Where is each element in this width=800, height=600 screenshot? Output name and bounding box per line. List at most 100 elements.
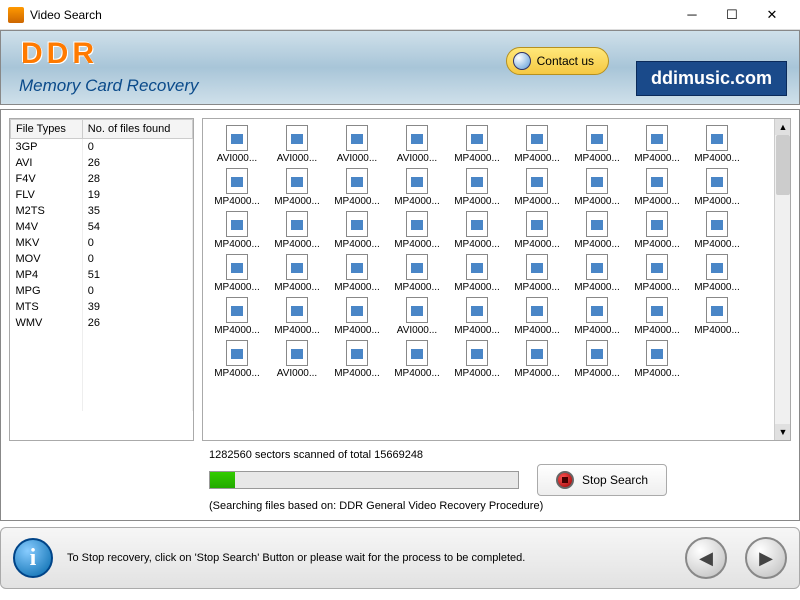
table-row[interactable]: MP451 (11, 267, 193, 283)
file-item[interactable]: MP4000... (567, 254, 627, 293)
forward-button[interactable]: ▶ (745, 537, 787, 579)
file-item[interactable]: MP4000... (627, 125, 687, 164)
file-item[interactable]: MP4000... (627, 211, 687, 250)
file-item[interactable]: MP4000... (387, 211, 447, 250)
file-item[interactable]: MP4000... (327, 168, 387, 207)
file-item[interactable]: MP4000... (447, 211, 507, 250)
file-item[interactable]: AVI000... (207, 125, 267, 164)
table-row[interactable]: FLV19 (11, 187, 193, 203)
window-title: Video Search (30, 8, 672, 22)
file-item[interactable]: MP4000... (507, 297, 567, 336)
scroll-down-icon[interactable]: ▼ (775, 424, 791, 440)
file-item[interactable]: AVI000... (267, 340, 327, 379)
file-label: MP4000... (207, 239, 267, 250)
stop-label: Stop Search (582, 473, 648, 487)
file-item[interactable]: MP4000... (267, 168, 327, 207)
file-item[interactable]: MP4000... (267, 254, 327, 293)
table-row[interactable]: MPG0 (11, 283, 193, 299)
file-grid[interactable]: AVI000...AVI000...AVI000...AVI000...MP40… (203, 119, 790, 440)
file-item[interactable]: MP4000... (387, 254, 447, 293)
file-item[interactable]: MP4000... (627, 340, 687, 379)
file-item[interactable]: AVI000... (267, 125, 327, 164)
minimize-button[interactable]: ─ (672, 1, 712, 29)
file-item[interactable]: MP4000... (507, 211, 567, 250)
file-icon (346, 125, 368, 151)
file-item[interactable]: MP4000... (267, 297, 327, 336)
file-item[interactable]: MP4000... (327, 254, 387, 293)
table-row[interactable]: MOV0 (11, 251, 193, 267)
file-item[interactable]: MP4000... (267, 211, 327, 250)
file-item[interactable]: MP4000... (387, 340, 447, 379)
file-item[interactable]: MP4000... (567, 211, 627, 250)
file-item[interactable]: MP4000... (507, 254, 567, 293)
file-item[interactable]: MP4000... (327, 340, 387, 379)
stop-search-button[interactable]: Stop Search (537, 464, 667, 496)
file-icon (286, 254, 308, 280)
file-icon (706, 125, 728, 151)
table-row[interactable]: F4V28 (11, 171, 193, 187)
file-item[interactable]: MP4000... (687, 168, 747, 207)
file-item[interactable]: MP4000... (447, 125, 507, 164)
cell-type: 3GP (11, 139, 83, 156)
scroll-thumb[interactable] (776, 135, 790, 195)
file-icon (586, 125, 608, 151)
file-item[interactable]: MP4000... (327, 211, 387, 250)
file-item[interactable]: MP4000... (387, 168, 447, 207)
file-item[interactable]: MP4000... (687, 297, 747, 336)
file-item[interactable]: MP4000... (567, 297, 627, 336)
file-item[interactable]: MP4000... (567, 340, 627, 379)
file-item[interactable]: MP4000... (687, 254, 747, 293)
file-label: MP4000... (387, 282, 447, 293)
table-row[interactable]: M2TS35 (11, 203, 193, 219)
logo: DDR (21, 37, 98, 71)
table-row[interactable]: M4V54 (11, 219, 193, 235)
file-item[interactable]: MP4000... (687, 125, 747, 164)
contact-icon (513, 52, 531, 70)
file-item[interactable]: MP4000... (627, 254, 687, 293)
file-item[interactable]: MP4000... (207, 254, 267, 293)
file-item[interactable]: AVI000... (387, 125, 447, 164)
cell-count: 39 (82, 299, 192, 315)
file-icon (226, 340, 248, 366)
file-item[interactable]: MP4000... (567, 125, 627, 164)
table-row[interactable]: MKV0 (11, 235, 193, 251)
scroll-up-icon[interactable]: ▲ (775, 119, 791, 135)
file-item[interactable]: MP4000... (627, 297, 687, 336)
file-item[interactable]: MP4000... (447, 297, 507, 336)
file-label: MP4000... (207, 282, 267, 293)
scrollbar[interactable]: ▲ ▼ (774, 119, 790, 440)
back-button[interactable]: ◀ (685, 537, 727, 579)
file-item[interactable]: AVI000... (327, 125, 387, 164)
table-row[interactable]: 3GP0 (11, 139, 193, 156)
file-icon (586, 340, 608, 366)
file-icon (526, 297, 548, 323)
col-file-types[interactable]: File Types (11, 120, 83, 139)
file-item[interactable]: MP4000... (567, 168, 627, 207)
col-files-found[interactable]: No. of files found (82, 120, 192, 139)
file-icon (466, 125, 488, 151)
table-row[interactable]: MTS39 (11, 299, 193, 315)
table-row[interactable]: WMV26 (11, 315, 193, 331)
close-button[interactable]: ✕ (752, 1, 792, 29)
file-item[interactable]: MP4000... (687, 211, 747, 250)
cell-type: MKV (11, 235, 83, 251)
file-item[interactable]: MP4000... (627, 168, 687, 207)
file-item[interactable]: MP4000... (447, 254, 507, 293)
file-label: MP4000... (207, 325, 267, 336)
file-item[interactable]: MP4000... (207, 297, 267, 336)
file-item[interactable]: MP4000... (207, 211, 267, 250)
file-item[interactable]: AVI000... (387, 297, 447, 336)
file-item[interactable]: MP4000... (507, 125, 567, 164)
file-icon (286, 168, 308, 194)
file-item[interactable]: MP4000... (447, 340, 507, 379)
scan-status-text: 1282560 sectors scanned of total 1566924… (209, 449, 781, 461)
contact-us-button[interactable]: Contact us (506, 47, 609, 75)
table-row[interactable]: AVI26 (11, 155, 193, 171)
maximize-button[interactable]: ☐ (712, 1, 752, 29)
file-item[interactable]: MP4000... (207, 340, 267, 379)
file-item[interactable]: MP4000... (207, 168, 267, 207)
file-item[interactable]: MP4000... (447, 168, 507, 207)
file-item[interactable]: MP4000... (327, 297, 387, 336)
file-item[interactable]: MP4000... (507, 168, 567, 207)
file-item[interactable]: MP4000... (507, 340, 567, 379)
